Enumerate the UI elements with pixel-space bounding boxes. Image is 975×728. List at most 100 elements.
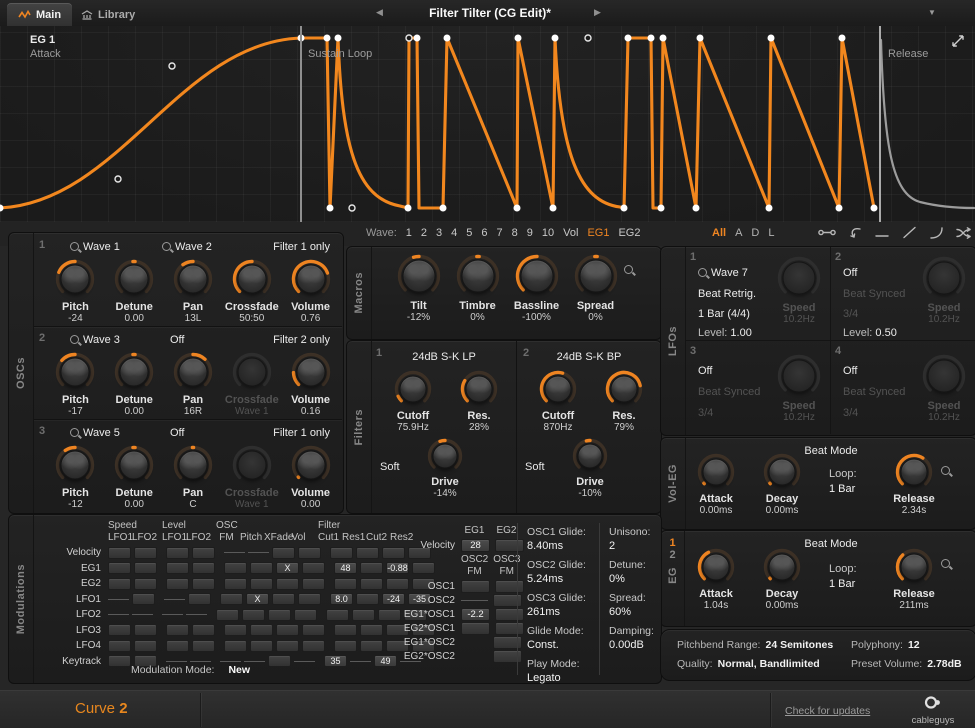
env-node[interactable] — [405, 205, 412, 212]
mod-cell[interactable] — [134, 578, 157, 590]
osc3-pan-knob[interactable]: PanC — [164, 444, 223, 510]
mod-cell[interactable] — [250, 624, 273, 636]
mod-cell[interactable] — [326, 609, 349, 621]
lfo1-trigger-mode[interactable]: Beat Retrig. — [698, 288, 756, 300]
filter2-drive-knob[interactable]: Drive-10% — [559, 437, 621, 499]
cableguys-logo[interactable]: cableguys — [901, 695, 965, 726]
osc1-detune-knob[interactable]: Detune0.00 — [105, 258, 164, 324]
edit-mode-All[interactable]: All — [712, 227, 726, 239]
unisono[interactable]: Unisono:2 — [609, 526, 650, 552]
osc1-wave2-selector[interactable]: Wave 2 — [162, 241, 212, 253]
mod-cell[interactable] — [166, 578, 189, 590]
timbre-macro-knob[interactable]: Timbre0% — [448, 253, 507, 323]
mod-cell[interactable] — [360, 578, 383, 590]
mod-cell[interactable] — [192, 547, 215, 559]
mod-cell[interactable] — [360, 562, 383, 574]
mod-cell[interactable] — [298, 593, 321, 605]
env-node[interactable] — [658, 205, 665, 212]
osc2-volume-knob[interactable]: Volume0.16 — [281, 351, 340, 417]
filter1-res-knob[interactable]: Res.28% — [448, 369, 510, 433]
env-node[interactable] — [648, 35, 655, 42]
wave-item-EG2[interactable]: EG2 — [618, 227, 640, 239]
osc1-pan-knob[interactable]: Pan13L — [164, 258, 223, 324]
preset-title[interactable]: Filter Tilter (CG Edit)* — [390, 6, 590, 20]
mod-cell[interactable] — [334, 578, 357, 590]
mod-cell[interactable]: -2.2 — [461, 608, 490, 621]
env-node[interactable] — [514, 205, 521, 212]
filter1-type[interactable]: 24dB S-K LP — [382, 351, 506, 363]
osc2-filter-routing[interactable]: Filter 2 only — [273, 334, 330, 346]
mod-cell[interactable] — [272, 593, 295, 605]
eg-attack-knob[interactable]: Attack1.04s — [685, 547, 747, 611]
mod-cell[interactable] — [495, 580, 524, 593]
mod-cell[interactable] — [495, 608, 524, 621]
mod-cell[interactable] — [166, 624, 189, 636]
mod-cell[interactable] — [224, 640, 247, 652]
filter1-drive-mode[interactable]: Soft — [380, 461, 400, 473]
mod-cell[interactable] — [250, 578, 273, 590]
mod-cell[interactable] — [334, 640, 357, 652]
env-node[interactable] — [444, 35, 451, 42]
filter2-cutoff-knob[interactable]: Cutoff870Hz — [527, 369, 589, 433]
mod-cell[interactable]: 48 — [334, 562, 357, 574]
mod-cell[interactable] — [220, 593, 243, 605]
preset-next-button[interactable]: ▶ — [594, 7, 601, 18]
lfo1-level[interactable]: Level: 1.00 — [698, 327, 752, 339]
mod-cell[interactable] — [495, 622, 524, 635]
release-curve[interactable] — [881, 40, 974, 208]
mod-cell[interactable]: 28 — [461, 539, 490, 552]
mod-cell[interactable]: X — [276, 562, 299, 574]
tilt-macro-knob[interactable]: Tilt-12% — [389, 253, 448, 323]
env-node[interactable] — [440, 205, 447, 212]
mod-cell[interactable] — [134, 624, 157, 636]
osc3-pitch-knob[interactable]: Pitch-12 — [46, 444, 105, 510]
osc3-detune-knob[interactable]: Detune0.00 — [105, 444, 164, 510]
edit-mode-D[interactable]: D — [751, 227, 759, 239]
env-node[interactable] — [515, 35, 522, 42]
env-node[interactable] — [697, 35, 704, 42]
damping[interactable]: Damping:0.00dB — [609, 625, 654, 651]
mod-cell[interactable] — [192, 624, 215, 636]
env-node[interactable] — [768, 35, 775, 42]
lfo2-wave-selector[interactable]: Off — [843, 267, 857, 279]
sustain-divider[interactable] — [300, 26, 302, 222]
mod-cell[interactable] — [356, 547, 379, 559]
env-node[interactable] — [625, 35, 632, 42]
env-node[interactable] — [327, 205, 334, 212]
mod-cell[interactable] — [224, 624, 247, 636]
osc2-pan-knob[interactable]: Pan16R — [164, 351, 223, 417]
env-node[interactable] — [766, 205, 773, 212]
mod-cell[interactable] — [192, 640, 215, 652]
osc2-pitch-knob[interactable]: Pitch-17 — [46, 351, 105, 417]
osc3-filter-routing[interactable]: Filter 1 only — [273, 427, 330, 439]
mod-cell[interactable] — [302, 578, 325, 590]
envelope-svg[interactable] — [0, 26, 975, 222]
osc3-wave2-selector[interactable]: Off — [170, 427, 184, 439]
mod-cell[interactable] — [352, 609, 375, 621]
mod-cell[interactable] — [461, 580, 490, 593]
wave-item-7[interactable]: 7 — [497, 227, 503, 239]
osc2-wave1-selector[interactable]: Wave 3 — [70, 334, 120, 346]
mod-cell[interactable] — [192, 562, 215, 574]
eg2-select[interactable]: 2 — [669, 549, 675, 561]
curve-shape-icon[interactable] — [928, 226, 944, 239]
check-updates-link[interactable]: Check for updates — [785, 705, 870, 717]
mod-cell[interactable] — [302, 624, 325, 636]
env-handle-node[interactable] — [585, 35, 591, 41]
lfo3-trigger-mode[interactable]: Beat Synced — [698, 386, 760, 398]
lfo4-rate[interactable]: 3/4 — [843, 407, 858, 419]
pitchbend-range[interactable]: Pitchbend Range:24 Semitones — [677, 639, 833, 651]
vol-eg-attack-knob[interactable]: Attack0.00ms — [685, 452, 747, 516]
mod-cell[interactable] — [298, 547, 321, 559]
mod-cell[interactable] — [166, 562, 189, 574]
env-node[interactable] — [324, 35, 331, 42]
eg-loop[interactable]: Loop:1 Bar — [829, 563, 857, 590]
mod-cell[interactable] — [108, 655, 131, 667]
vol-eg-decay-knob[interactable]: Decay0.00ms — [751, 452, 813, 516]
lfo2-rate[interactable]: 3/4 — [843, 308, 858, 320]
wave-item-1[interactable]: 1 — [406, 227, 412, 239]
mod-cell[interactable] — [192, 578, 215, 590]
eg-decay-knob[interactable]: Decay0.00ms — [751, 547, 813, 611]
quality[interactable]: Quality:Normal, Bandlimited — [677, 658, 820, 670]
mod-cell[interactable] — [272, 547, 295, 559]
